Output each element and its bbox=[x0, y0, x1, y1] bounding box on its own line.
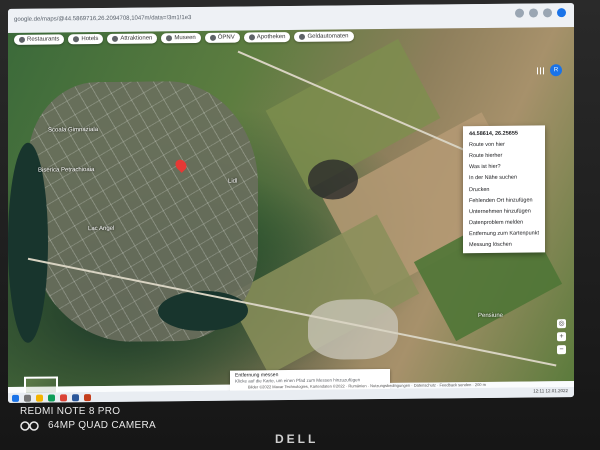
bus-icon bbox=[209, 34, 216, 41]
camera-watermark-icon bbox=[20, 421, 39, 431]
chip-pharmacies[interactable]: Apotheken bbox=[243, 32, 291, 43]
context-menu-item[interactable]: Unternehmen hinzufügen bbox=[463, 206, 545, 218]
context-menu-item[interactable]: Route von hier bbox=[463, 139, 545, 151]
photo-watermark: 64MP QUAD CAMERA bbox=[48, 420, 156, 431]
address-bar[interactable]: google.de/maps/@44.5869716,26.2094708,10… bbox=[14, 9, 364, 27]
category-chips: Restaurants Hotels Attraktionen Museen Ö… bbox=[14, 31, 354, 45]
laptop-screen: google.de/maps/@44.5869716,26.2094708,10… bbox=[8, 3, 574, 403]
word-icon[interactable] bbox=[72, 393, 79, 401]
chip-atms[interactable]: Geldautomaten bbox=[294, 31, 354, 42]
chip-museums[interactable]: Museen bbox=[161, 32, 201, 44]
bed-icon bbox=[73, 36, 80, 43]
place-label[interactable]: Lidl bbox=[228, 179, 237, 185]
context-menu: 44.58614, 26.25655 Route von hier Route … bbox=[463, 125, 545, 254]
file-explorer-icon[interactable] bbox=[36, 394, 43, 402]
start-icon[interactable] bbox=[12, 394, 19, 402]
laptop-brand-logo: DELL bbox=[275, 432, 319, 446]
context-menu-item[interactable]: Datenproblem melden bbox=[463, 217, 545, 229]
excel-icon[interactable] bbox=[48, 393, 55, 402]
atm-icon bbox=[299, 33, 306, 40]
powerpoint-icon[interactable] bbox=[84, 393, 91, 401]
google-apps-icon[interactable] bbox=[537, 67, 544, 75]
map-lake bbox=[158, 290, 248, 332]
pharmacy-icon bbox=[248, 34, 255, 41]
place-label[interactable]: Scoala Gimnaziala bbox=[48, 127, 98, 134]
map-controls: ◎ + − bbox=[557, 319, 566, 355]
system-clock[interactable]: 12:11 12.01.2022 bbox=[533, 388, 568, 393]
context-menu-item[interactable]: Drucken bbox=[463, 183, 545, 195]
search-icon[interactable] bbox=[24, 394, 31, 402]
bookmark-star-icon[interactable] bbox=[515, 8, 524, 18]
photo-watermark: REDMI NOTE 8 PRO bbox=[20, 406, 121, 417]
context-menu-item[interactable]: Was ist hier? bbox=[463, 161, 545, 173]
profile-avatar-icon[interactable] bbox=[557, 8, 566, 18]
chrome-icon[interactable] bbox=[60, 393, 67, 401]
context-menu-item[interactable]: In der Nähe suchen bbox=[463, 172, 545, 184]
context-menu-item[interactable]: Route hierher bbox=[463, 150, 545, 162]
chip-restaurants[interactable]: Restaurants bbox=[14, 34, 65, 45]
account-avatar[interactable]: R bbox=[550, 64, 562, 77]
chip-attractions[interactable]: Attraktionen bbox=[107, 33, 158, 44]
place-label[interactable]: Pensiune bbox=[478, 313, 503, 319]
camera-icon bbox=[112, 35, 119, 42]
chip-hotels[interactable]: Hotels bbox=[68, 33, 104, 45]
fork-knife-icon bbox=[19, 36, 25, 43]
context-menu-item[interactable]: Fehlenden Ort hinzufügen bbox=[463, 194, 545, 206]
zoom-in-button[interactable]: + bbox=[557, 332, 566, 342]
context-menu-item[interactable]: Messung löschen bbox=[463, 239, 545, 251]
chip-transit[interactable]: ÖPNV bbox=[204, 32, 240, 43]
context-menu-item[interactable]: Entfernung zum Kartenpunkt bbox=[463, 228, 545, 240]
place-label[interactable]: Lac Angel bbox=[88, 226, 114, 232]
zoom-out-button[interactable]: − bbox=[557, 345, 566, 355]
share-icon[interactable] bbox=[543, 8, 552, 18]
context-menu-coordinates[interactable]: 44.58614, 26.25655 bbox=[463, 127, 545, 139]
browser-toolbar-icons bbox=[515, 8, 566, 18]
extensions-icon[interactable] bbox=[529, 8, 538, 18]
place-label[interactable]: Biserica Petrachioaia bbox=[38, 167, 94, 174]
museum-icon bbox=[166, 35, 173, 42]
satellite-map[interactable]: Restaurants Hotels Attraktionen Museen Ö… bbox=[8, 27, 574, 403]
compass-icon[interactable]: ◎ bbox=[557, 319, 566, 329]
